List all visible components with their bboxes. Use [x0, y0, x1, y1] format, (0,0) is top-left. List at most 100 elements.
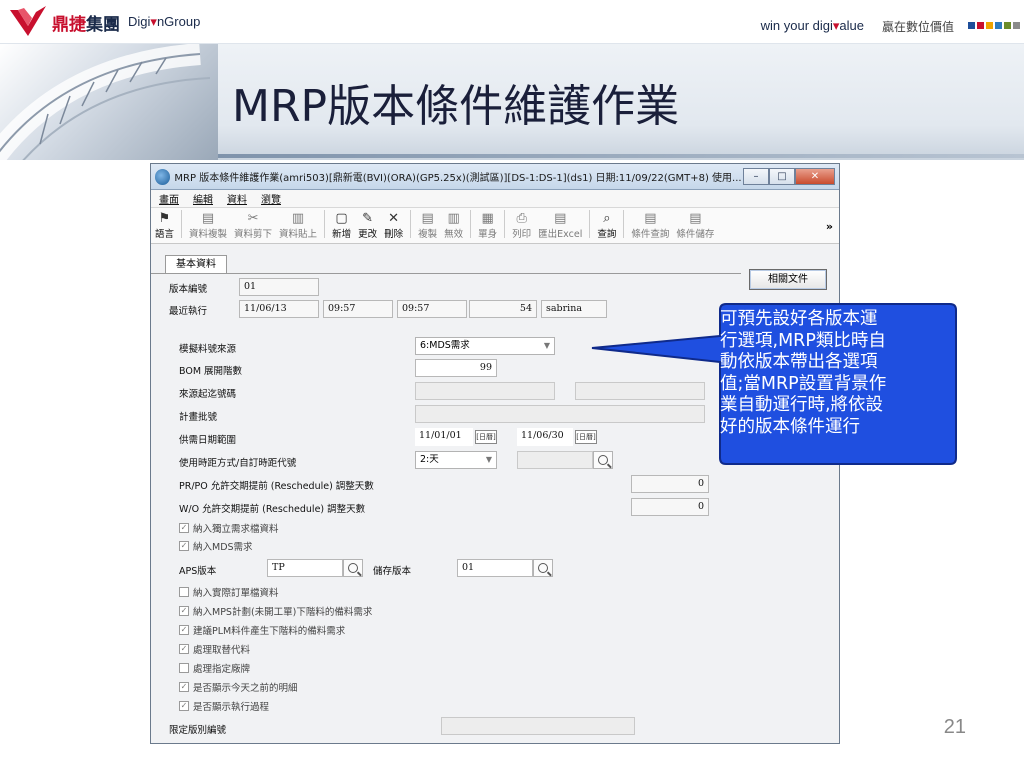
toolbar-icon: ▤ [201, 211, 215, 226]
tab-divider [151, 273, 741, 274]
checkbox-mds-demand[interactable]: ✓ 納入MDS需求 [179, 539, 253, 553]
toolbar-button-2[interactable]: ✂ 資料剪下 [234, 211, 272, 240]
toolbar-button-13[interactable]: ▤ 條件查詢 [631, 211, 669, 240]
maximize-button[interactable]: □ [769, 168, 795, 185]
aps-version-field[interactable]: TP [267, 559, 343, 577]
checkbox-show-before-today[interactable]: ✓ 是否顯示今天之前的明細 [179, 680, 298, 694]
source-select[interactable]: 6:MDS需求 ▼ [415, 337, 555, 355]
menu-bar: 畫面 編輯 資料 瀏覽 [151, 190, 839, 208]
tab-basic-info[interactable]: 基本資料 [165, 255, 227, 273]
window-title: MRP 版本條件維護作業(amri503)[鼎新電(BVI)(ORA)(GP5.… [174, 173, 742, 184]
callout-line: 可預先設好各版本運 [720, 309, 878, 329]
toolbar-separator [504, 210, 506, 238]
toolbar-button-5[interactable]: ✎ 更改 [358, 211, 377, 240]
toolbar-more-button[interactable]: » [826, 220, 833, 233]
checkbox-independent-demand[interactable]: ✓ 納入獨立需求檔資料 [179, 521, 279, 535]
save-version-field[interactable]: 01 [457, 559, 533, 577]
toolbar-button-12[interactable]: ⌕ 查詢 [597, 211, 616, 240]
checkbox-label: 處理取替代料 [193, 645, 251, 656]
app-icon [155, 168, 171, 185]
minimize-button[interactable]: – [743, 168, 769, 185]
bom-levels-field[interactable]: 99 [415, 359, 497, 377]
close-button[interactable]: ✕ [795, 168, 835, 185]
toolbar-button-4[interactable]: ▢ 新增 [332, 211, 351, 240]
last-run-count-field: 54 [469, 300, 537, 318]
checkbox-unchecked-icon [179, 663, 189, 673]
search-icon [348, 563, 358, 573]
checkbox-show-process[interactable]: ✓ 是否顯示執行過程 [179, 699, 269, 713]
save-version-search-button[interactable] [533, 559, 553, 577]
callout-line: 動依版本帶出各選項 [720, 352, 878, 372]
plan-batch-label: 計畫批號 [179, 412, 218, 423]
checkbox-label: 是否顯示執行過程 [193, 702, 270, 713]
checkbox-checked-icon: ✓ [179, 701, 189, 711]
last-run-time-field: 09:57 [323, 300, 393, 318]
toolbar-button-6[interactable]: ✕ 刪除 [384, 211, 403, 240]
menu-browse[interactable]: 瀏覽 [261, 191, 281, 206]
slogan: win your digi▾alue [760, 18, 864, 33]
toolbar-label: 資料貼上 [279, 229, 318, 240]
callout-line: 好的版本條件運行 [720, 416, 860, 437]
related-docs-button[interactable]: 相關文件 [749, 269, 827, 290]
brand-en: Digi▾nGroup [128, 14, 201, 29]
callout-line: 行選項,MRP類比時自 [720, 330, 886, 351]
aps-version-search-button[interactable] [343, 559, 363, 577]
toolbar-button-14[interactable]: ▤ 條件儲存 [676, 211, 714, 240]
brand-cn: 鼎捷集團 [52, 14, 120, 35]
toolbar-separator [589, 210, 591, 238]
accent-square [968, 22, 975, 29]
toolbar-label: 刪除 [384, 229, 404, 240]
checkbox-checked-icon: ✓ [179, 644, 189, 654]
toolbar-button-0[interactable]: ⚑ 語言 [155, 211, 174, 240]
date-from-field[interactable]: 11/01/01 [415, 428, 473, 446]
checkbox-checked-icon: ✓ [179, 625, 189, 635]
accent-square [995, 22, 1002, 29]
toolbar-button-1[interactable]: ▤ 資料複製 [189, 211, 227, 240]
toolbar-icon: ▤ [644, 211, 657, 226]
checkbox-brand[interactable]: 處理指定廠牌 [179, 661, 250, 675]
toolbar-button-8[interactable]: ▥ 無效 [444, 211, 463, 240]
toolbar-button-10[interactable]: ⎙ 列印 [512, 211, 531, 240]
checkbox-plm-suggest[interactable]: ✓ 建議PLM料件產生下階料的備料需求 [179, 623, 345, 637]
callout-text: 可預先設好各版本運 行選項,MRP類比時自 動依版本帶出各選項 值;當MRP設置… [720, 309, 956, 438]
search-icon [538, 563, 548, 573]
toolbar-separator [181, 210, 183, 238]
menu-edit[interactable]: 編輯 [193, 191, 213, 206]
toolbar-separator [623, 210, 625, 238]
checkbox-substitute[interactable]: ✓ 處理取替代料 [179, 642, 250, 656]
toolbar-button-7[interactable]: ▤ 複製 [418, 211, 437, 240]
source-label: 模擬料號來源 [179, 344, 237, 355]
toolbar-icon: ⚑ [158, 211, 171, 226]
custom-period-field[interactable] [517, 451, 593, 469]
menu-data[interactable]: 資料 [227, 191, 247, 206]
time-method-select[interactable]: 2:天 ▼ [415, 451, 497, 469]
toolbar-label: 語言 [155, 229, 175, 240]
wo-days-field[interactable]: 0 [631, 498, 709, 516]
menu-screen[interactable]: 畫面 [159, 191, 179, 206]
toolbar-icon: ▤ [554, 211, 567, 226]
toolbar-button-9[interactable]: ▦ 單身 [478, 211, 497, 240]
checkbox-actual-order[interactable]: 納入實際訂單檔資料 [179, 585, 279, 599]
toolbar-icon: ⌕ [603, 211, 611, 226]
pr-po-label: PR/PO 允許交期提前 (Reschedule) 調整天數 [179, 481, 374, 492]
toolbar-separator [410, 210, 412, 238]
toolbar-button-11[interactable]: ▤ 匯出Excel [538, 211, 582, 240]
chevron-down-icon: ▼ [543, 341, 550, 350]
checkbox-label: 納入MDS需求 [193, 542, 253, 553]
limit-version-field[interactable] [441, 717, 635, 735]
checkbox-mps-plan[interactable]: ✓ 納入MPS計劃(未開工單)下階料的備料需求 [179, 604, 372, 618]
toolbar-label: 條件查詢 [631, 229, 670, 240]
checkbox-checked-icon: ✓ [179, 682, 189, 692]
window-titlebar[interactable]: MRP 版本條件維護作業(amri503)[鼎新電(BVI)(ORA)(GP5.… [151, 164, 839, 190]
source-doc-from-field[interactable] [415, 382, 555, 400]
version-field[interactable]: 01 [239, 278, 319, 296]
date-from-calendar-button[interactable]: [日曆] [475, 430, 497, 444]
toolbar: ⚑ 語言 ▤ 資料複製 ✂ 資料剪下 ▥ 資料貼上 ▢ 新增 ✎ 更改 ✕ 刪除 ▤ 複製 ▥ 無效 ▦ 單身 ⎙ 列印 ▤… [151, 208, 839, 244]
toolbar-icon: ✂ [247, 211, 259, 226]
checkbox-label: 納入實際訂單檔資料 [193, 588, 279, 599]
pr-po-days-field[interactable]: 0 [631, 475, 709, 493]
checkbox-checked-icon: ✓ [179, 523, 189, 533]
checkbox-label: 處理指定廠牌 [193, 664, 251, 675]
toolbar-button-3[interactable]: ▥ 資料貼上 [279, 211, 317, 240]
date-to-field[interactable]: 11/06/30 [517, 428, 573, 446]
